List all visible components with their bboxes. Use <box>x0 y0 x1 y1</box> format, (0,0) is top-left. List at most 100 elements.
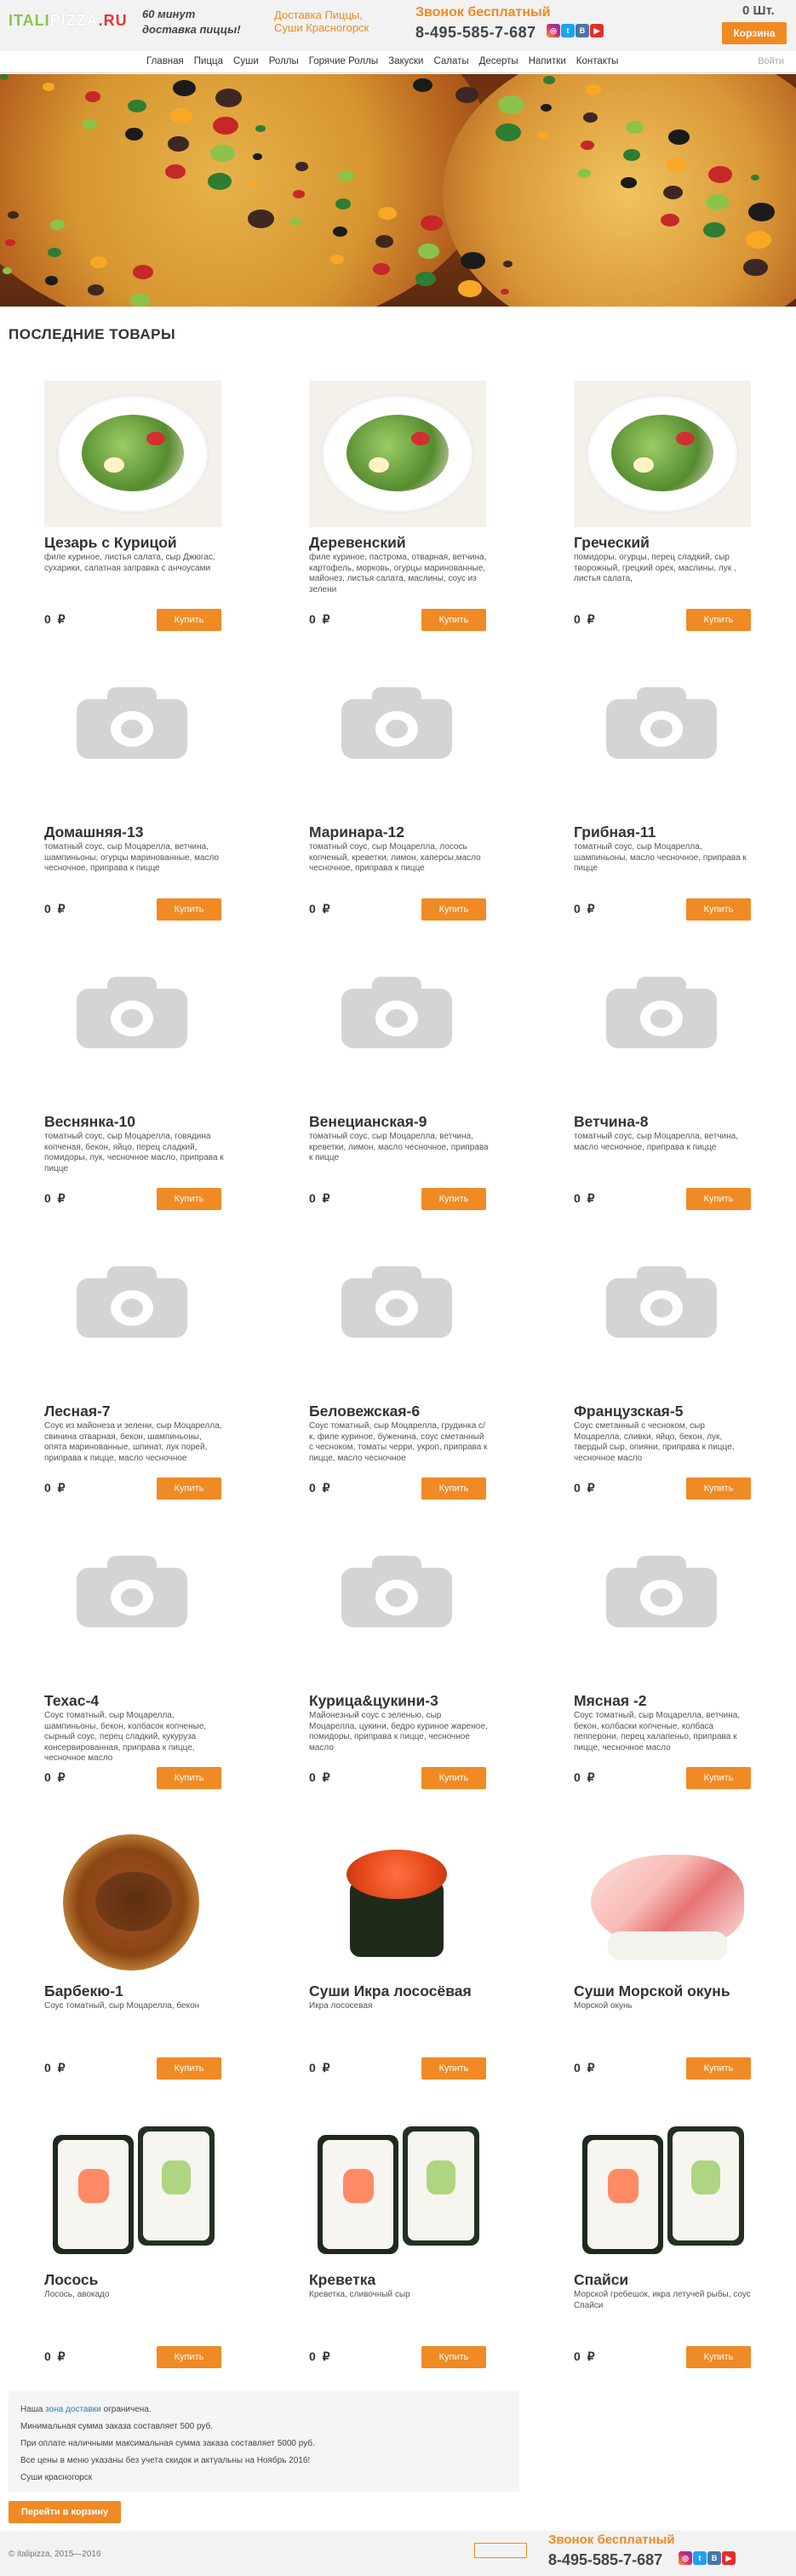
product-title[interactable]: Лесная-7 <box>44 1403 111 1420</box>
cart-button[interactable]: Корзина <box>722 22 787 44</box>
buy-button[interactable]: Купить <box>157 898 221 921</box>
product-title[interactable]: Греческий <box>574 534 650 552</box>
product-title[interactable]: Лосось <box>44 2271 98 2289</box>
product-title[interactable]: Деревенский <box>309 534 406 552</box>
product-price: 0 ₽ <box>309 1481 332 1495</box>
nav-item[interactable]: Горячие Роллы <box>309 56 378 66</box>
go-to-cart-button[interactable]: Перейти в корзину <box>9 2501 121 2523</box>
product-title[interactable]: Суши Морской окунь <box>574 1982 730 2000</box>
header-phone[interactable]: 8-495-585-7-687 <box>415 24 536 42</box>
product-card: Грибная-11 томатный соус, сыр Моцарелла, … <box>574 670 753 943</box>
buy-button[interactable]: Купить <box>157 1477 221 1500</box>
product-description: томатный соус, сыр Моцарелла, ветчина, м… <box>574 1132 738 1152</box>
footer: © italipizza, 2015—2016 Звонок бесплатны… <box>0 2531 796 2576</box>
nav-item[interactable]: Десерты <box>479 56 518 66</box>
product-title[interactable]: Беловежская-6 <box>309 1403 420 1420</box>
nav-item[interactable]: Контакты <box>576 56 619 66</box>
product-description: Лосось, авокадо <box>44 2290 110 2299</box>
buy-button[interactable]: Купить <box>421 609 486 631</box>
buy-button[interactable]: Купить <box>421 898 486 921</box>
camera-icon <box>77 1266 187 1338</box>
product-title[interactable]: Маринара-12 <box>309 823 404 841</box>
vk-icon[interactable]: B <box>576 24 589 37</box>
buy-button[interactable]: Купить <box>686 898 751 921</box>
product-photo[interactable] <box>574 381 751 527</box>
instagram-icon[interactable]: ◎ <box>547 24 560 37</box>
footer-phone[interactable]: 8-495-585-7-687 <box>548 2551 662 2569</box>
nav-item[interactable]: Пицца <box>194 56 223 66</box>
product-title[interactable]: Французская-5 <box>574 1403 683 1420</box>
buy-button[interactable]: Купить <box>686 1477 751 1500</box>
product-title[interactable]: Веснянка-10 <box>44 1113 135 1131</box>
product-card: Деревенский филе куриное, пастрома, отвар… <box>309 381 488 653</box>
buy-button[interactable]: Купить <box>686 1188 751 1210</box>
logo-part-1: ITALI <box>9 12 50 29</box>
product-title[interactable]: Техас-4 <box>44 1692 99 1710</box>
twitter-icon[interactable]: t <box>561 24 575 37</box>
buy-button[interactable]: Купить <box>421 1477 486 1500</box>
buy-button[interactable]: Купить <box>157 2057 221 2080</box>
buy-button[interactable]: Купить <box>686 1767 751 1789</box>
no-photo-placeholder <box>574 960 751 1106</box>
product-title[interactable]: Мясная -2 <box>574 1692 646 1710</box>
product-title[interactable]: Цезарь с Курицой <box>44 534 177 552</box>
product-photo[interactable] <box>309 381 486 527</box>
product-photo[interactable] <box>309 1829 486 1976</box>
nav-item[interactable]: Закуски <box>388 56 423 66</box>
buy-button[interactable]: Купить <box>421 1188 486 1210</box>
instagram-icon[interactable]: ◎ <box>679 2551 692 2565</box>
buy-button[interactable]: Купить <box>421 2057 486 2080</box>
topping-decoration <box>253 153 262 160</box>
topping-decoration <box>168 136 189 152</box>
nav-item[interactable]: Роллы <box>269 56 299 66</box>
site-logo[interactable]: ITALIPIZZA.RU <box>9 12 128 30</box>
product-description: томатный соус, сыр Моцарелла, ветчина, ш… <box>44 842 220 873</box>
youtube-icon[interactable]: ▶ <box>590 24 604 37</box>
topping-decoration <box>668 129 690 145</box>
buy-button[interactable]: Купить <box>157 2346 221 2368</box>
nav-item[interactable]: Салаты <box>433 56 468 66</box>
twitter-icon[interactable]: t <box>693 2551 707 2565</box>
topping-decoration <box>703 222 725 238</box>
buy-button[interactable]: Купить <box>421 2346 486 2368</box>
product-card: Цезарь с Курицой филе куриное, листья сал… <box>44 381 223 653</box>
callback-icon[interactable] <box>474 2543 527 2558</box>
buy-button[interactable]: Купить <box>157 1188 221 1210</box>
nav-item[interactable]: Главная <box>146 56 184 66</box>
vk-icon[interactable]: B <box>707 2551 721 2565</box>
product-title[interactable]: Ветчина-8 <box>574 1113 649 1131</box>
topping-decoration <box>421 215 443 232</box>
product-photo[interactable] <box>44 1829 221 1976</box>
buy-button[interactable]: Купить <box>686 609 751 631</box>
product-photo[interactable] <box>309 2118 486 2264</box>
youtube-icon[interactable]: ▶ <box>722 2551 736 2565</box>
nav-item[interactable]: Напитки <box>529 56 566 66</box>
topping-decoration <box>666 158 686 172</box>
product-photo[interactable] <box>44 2118 221 2264</box>
buy-button[interactable]: Купить <box>686 2057 751 2080</box>
product-photo[interactable] <box>44 381 221 527</box>
product-price: 0 ₽ <box>574 1770 597 1784</box>
buy-button[interactable]: Купить <box>157 609 221 631</box>
delivery-zone-link[interactable]: зона доставки <box>45 2405 101 2414</box>
product-title[interactable]: Барбекю-1 <box>44 1982 123 2000</box>
product-photo[interactable] <box>574 1829 751 1976</box>
product-title[interactable]: Суши Икра лососёвая <box>309 1982 472 2000</box>
product-title[interactable]: Венецианская-9 <box>309 1113 427 1131</box>
nav-item[interactable]: Суши <box>233 56 259 66</box>
buy-button[interactable]: Купить <box>157 1767 221 1789</box>
product-title[interactable]: Креветка <box>309 2271 375 2289</box>
product-photo[interactable] <box>574 2118 751 2264</box>
product-title[interactable]: Курица&цукини-3 <box>309 1692 438 1710</box>
topping-decoration <box>501 289 509 295</box>
topping-decoration <box>208 173 232 190</box>
product-card: Французская-5 Соус сметанный с чесноком, … <box>574 1249 753 1522</box>
login-link[interactable]: Войти <box>758 56 784 66</box>
topping-decoration <box>165 164 186 179</box>
product-title[interactable]: Спайси <box>574 2271 628 2289</box>
product-title[interactable]: Домашняя-13 <box>44 823 143 841</box>
product-title[interactable]: Грибная-11 <box>574 823 656 841</box>
topping-decoration <box>250 181 259 187</box>
buy-button[interactable]: Купить <box>421 1767 486 1789</box>
buy-button[interactable]: Купить <box>686 2346 751 2368</box>
